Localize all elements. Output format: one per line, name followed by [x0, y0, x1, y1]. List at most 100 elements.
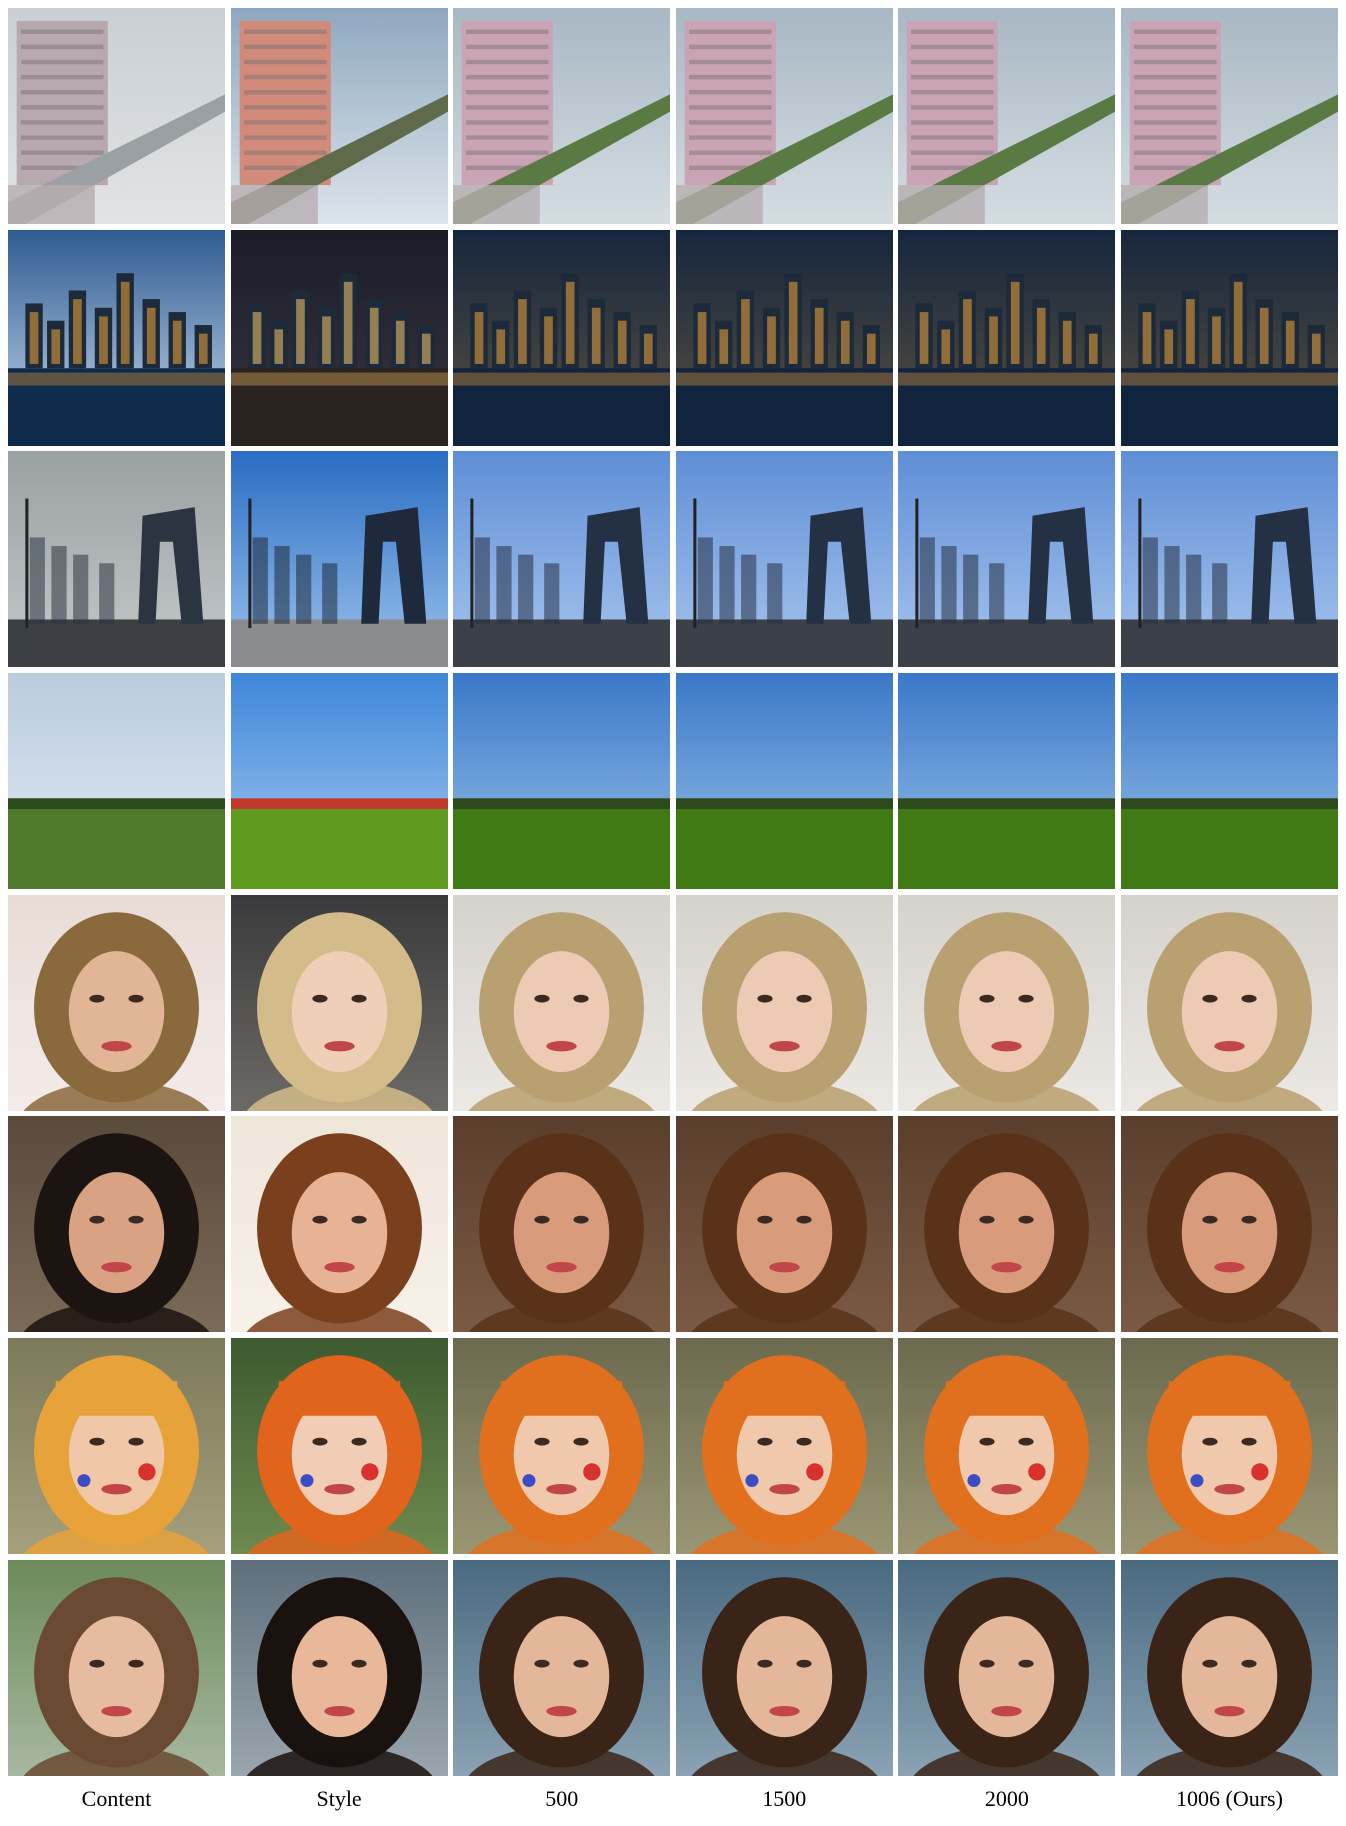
photo-placeholder	[8, 229, 225, 446]
image-r4-c6	[1120, 673, 1338, 890]
photo-placeholder	[453, 894, 671, 1111]
image-r5-c5	[898, 894, 1116, 1111]
photo-placeholder	[453, 1338, 671, 1555]
photo-placeholder	[1120, 673, 1338, 890]
photo-placeholder	[675, 451, 893, 668]
image-r7-c5	[898, 1338, 1116, 1555]
photo-placeholder	[453, 229, 671, 446]
image-r6-c1	[8, 1116, 225, 1333]
photo-placeholder	[898, 8, 1116, 224]
photo-placeholder	[230, 1116, 448, 1333]
image-r4-c2	[230, 673, 448, 890]
photo-placeholder	[675, 1338, 893, 1555]
photo-placeholder	[230, 1338, 448, 1555]
photo-placeholder	[230, 1559, 448, 1776]
photo-placeholder	[675, 8, 893, 224]
photo-placeholder	[675, 673, 893, 890]
image-r3-c4	[675, 451, 893, 668]
photo-placeholder	[1120, 1116, 1338, 1333]
image-r5-c4	[675, 894, 893, 1111]
image-r5-c6	[1120, 894, 1338, 1111]
photo-placeholder	[675, 894, 893, 1111]
image-r2-c4	[675, 229, 893, 446]
image-r6-c3	[453, 1116, 671, 1333]
image-r2-c2	[230, 229, 448, 446]
image-r8-c6	[1120, 1559, 1338, 1776]
photo-placeholder	[898, 451, 1116, 668]
image-r7-c1	[8, 1338, 225, 1555]
image-r4-c4	[675, 673, 893, 890]
photo-placeholder	[675, 1559, 893, 1776]
image-r3-c6	[1120, 451, 1338, 668]
image-r3-c3	[453, 451, 671, 668]
image-r6-c5	[898, 1116, 1116, 1333]
photo-placeholder	[898, 894, 1116, 1111]
image-r5-c2	[230, 894, 448, 1111]
photo-placeholder	[898, 1116, 1116, 1333]
image-r3-c2	[230, 451, 448, 668]
photo-placeholder	[1120, 229, 1338, 446]
photo-placeholder	[898, 229, 1116, 446]
photo-placeholder	[8, 1338, 225, 1555]
image-r1-c1	[8, 8, 225, 224]
image-r5-c1	[8, 894, 225, 1111]
image-r2-c5	[898, 229, 1116, 446]
photo-placeholder	[675, 229, 893, 446]
column-label-2000: 2000	[984, 1786, 1029, 1811]
image-r8-c4	[675, 1559, 893, 1776]
image-r2-c1	[8, 229, 225, 446]
image-r1-c5	[898, 8, 1116, 224]
image-r1-c6	[1120, 8, 1338, 224]
image-r6-c6	[1120, 1116, 1338, 1333]
photo-placeholder	[230, 673, 448, 890]
photo-placeholder	[453, 673, 671, 890]
image-r4-c1	[8, 673, 225, 890]
photo-placeholder	[230, 8, 448, 224]
column-labels: Content Style 500 1500 2000 1006 (Ours)	[8, 1784, 1338, 1818]
image-r8-c2	[230, 1559, 448, 1776]
photo-placeholder	[8, 1116, 225, 1333]
column-label-style: Style	[316, 1786, 362, 1811]
photo-placeholder	[8, 894, 225, 1111]
photo-placeholder	[898, 1559, 1116, 1776]
image-r8-c5	[898, 1559, 1116, 1776]
image-r3-c5	[898, 451, 1116, 668]
photo-placeholder	[230, 451, 448, 668]
image-r7-c3	[453, 1338, 671, 1555]
photo-placeholder	[8, 673, 225, 890]
photo-placeholder	[453, 1559, 671, 1776]
column-label-1500: 1500	[762, 1786, 807, 1811]
image-r7-c2	[230, 1338, 448, 1555]
column-label-500: 500	[545, 1786, 579, 1811]
image-r1-c4	[675, 8, 893, 224]
photo-placeholder	[1120, 8, 1338, 224]
photo-placeholder	[8, 1559, 225, 1776]
image-r4-c3	[453, 673, 671, 890]
image-r4-c5	[898, 673, 1116, 890]
photo-placeholder	[8, 451, 225, 668]
image-r5-c3	[453, 894, 671, 1111]
photo-placeholder	[1120, 451, 1338, 668]
photo-placeholder	[898, 1338, 1116, 1555]
image-r2-c6	[1120, 229, 1338, 446]
photo-placeholder	[1120, 894, 1338, 1111]
image-r3-c1	[8, 451, 225, 668]
photo-placeholder	[453, 8, 671, 224]
image-r7-c6	[1120, 1338, 1338, 1555]
photo-placeholder	[898, 673, 1116, 890]
image-r1-c3	[453, 8, 671, 224]
photo-placeholder	[675, 1116, 893, 1333]
photo-placeholder	[1120, 1338, 1338, 1555]
photo-placeholder	[230, 894, 448, 1111]
photo-placeholder	[230, 229, 448, 446]
column-label-content: Content	[81, 1786, 152, 1811]
photo-placeholder	[453, 451, 671, 668]
image-r6-c4	[675, 1116, 893, 1333]
image-r7-c4	[675, 1338, 893, 1555]
image-r8-c3	[453, 1559, 671, 1776]
photo-placeholder	[1120, 1559, 1338, 1776]
image-r6-c2	[230, 1116, 448, 1333]
photo-placeholder	[8, 8, 225, 224]
photo-placeholder	[453, 1116, 671, 1333]
image-grid	[8, 8, 1338, 1776]
